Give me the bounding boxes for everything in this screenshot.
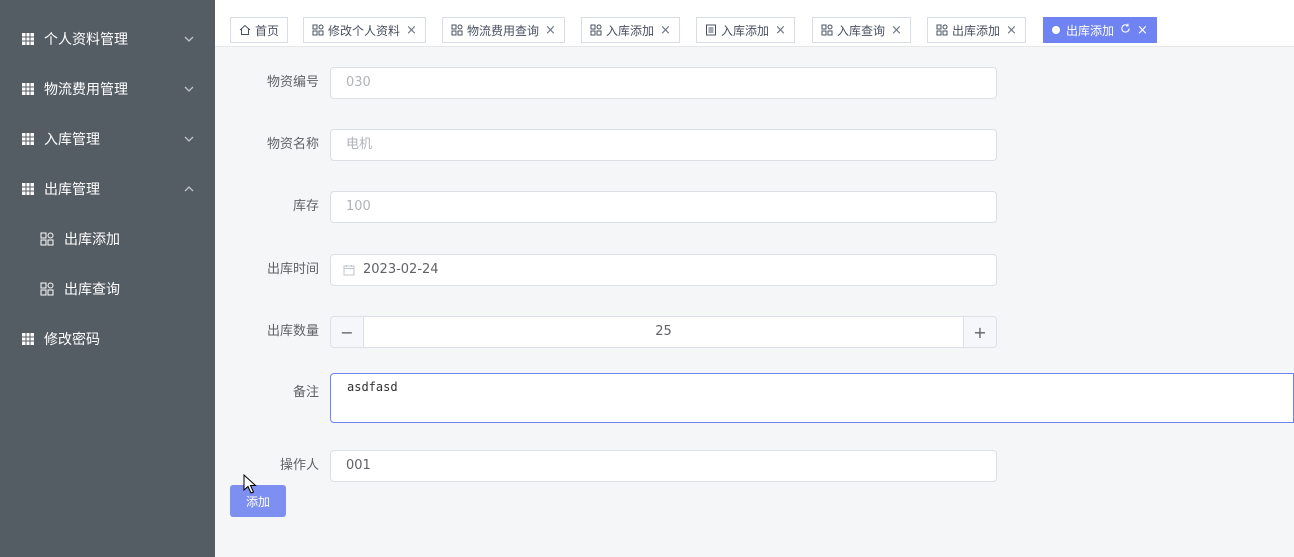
- close-icon[interactable]: ×: [1006, 23, 1017, 38]
- sidebar-item-label: 修改密码: [44, 332, 100, 348]
- mouse-cursor-icon: [243, 474, 257, 494]
- outbound-time-label: 出库时间: [266, 262, 319, 277]
- operator-field[interactable]: 001: [330, 450, 997, 482]
- chevron-down-icon: [183, 133, 195, 145]
- sidebar-item-label: 物流费用管理: [44, 82, 128, 98]
- sidebar-item-outbound[interactable]: 出库管理: [0, 164, 215, 214]
- tab-logistics-fee-query[interactable]: 物流费用查询 ×: [442, 17, 565, 43]
- code-field[interactable]: 030: [330, 67, 997, 99]
- header-strip: [215, 0, 1294, 10]
- sidebar-item-label: 出库管理: [44, 182, 100, 198]
- sidebar-subitem-label: 出库查询: [64, 282, 120, 298]
- stock-field[interactable]: 100: [330, 191, 997, 223]
- quantity-label: 出库数量: [266, 324, 319, 339]
- grid-icon: [22, 333, 34, 345]
- grid-icon: [22, 83, 34, 95]
- sidebar-item-label: 个人资料管理: [44, 32, 128, 48]
- note-textarea[interactable]: [330, 373, 1294, 423]
- quantity-input[interactable]: 25: [364, 317, 963, 347]
- close-icon[interactable]: ×: [775, 23, 786, 38]
- sidebar-subitem-label: 出库添加: [64, 232, 120, 248]
- sidebar: 个人资料管理 物流费用管理 入库管理 出库管理 出库添加 出库查询 修改密码: [0, 0, 215, 557]
- sidebar-item-inbound[interactable]: 入库管理: [0, 114, 215, 164]
- tab-label: 修改个人资料: [328, 23, 401, 38]
- close-icon[interactable]: ×: [1137, 23, 1148, 38]
- tabs-bar: 首页 修改个人资料 × 物流费用查询 × 入库添加 × 入库添加 × 入库查询 …: [215, 10, 1294, 47]
- close-icon[interactable]: ×: [891, 23, 902, 38]
- apps-icon: [312, 24, 324, 36]
- grid-icon: [22, 133, 34, 145]
- tab-outbound-add[interactable]: 出库添加 ×: [927, 17, 1026, 43]
- sidebar-item-label: 入库管理: [44, 132, 100, 148]
- apps-icon: [936, 24, 948, 36]
- outbound-time-value: 2023-02-24: [363, 262, 439, 277]
- refresh-icon[interactable]: [1120, 23, 1131, 37]
- home-icon: [239, 24, 251, 36]
- tab-edit-profile[interactable]: 修改个人资料 ×: [303, 17, 426, 43]
- tab-label: 出库添加: [952, 23, 1001, 38]
- code-label: 物资编号: [266, 75, 319, 90]
- sidebar-subitem-outbound-add[interactable]: 出库添加: [0, 214, 215, 264]
- note-label: 备注: [292, 385, 319, 400]
- chevron-down-icon: [183, 83, 195, 95]
- decrement-button[interactable]: −: [331, 317, 364, 347]
- tab-inbound-add-2[interactable]: 入库添加 ×: [696, 17, 795, 43]
- stock-label: 库存: [292, 199, 319, 214]
- receipt-icon: [705, 24, 717, 36]
- grid-icon: [22, 183, 34, 195]
- calendar-icon: [343, 264, 355, 276]
- tab-outbound-add-active[interactable]: 出库添加 ×: [1043, 17, 1157, 43]
- close-icon[interactable]: ×: [545, 23, 556, 38]
- close-icon[interactable]: ×: [406, 23, 417, 38]
- name-label: 物资名称: [266, 137, 319, 152]
- apps-icon: [821, 24, 833, 36]
- tab-inbound-query[interactable]: 入库查询 ×: [812, 17, 911, 43]
- tab-label: 入库添加: [721, 23, 770, 38]
- tab-home[interactable]: 首页: [230, 17, 289, 43]
- sidebar-item-logistics-fee[interactable]: 物流费用管理: [0, 64, 215, 114]
- tab-label: 物流费用查询: [467, 23, 540, 38]
- chevron-up-icon: [183, 183, 195, 195]
- outbound-time-picker[interactable]: 2023-02-24: [330, 254, 997, 286]
- sidebar-item-profile[interactable]: 个人资料管理: [0, 14, 215, 64]
- sidebar-subitem-outbound-query[interactable]: 出库查询: [0, 264, 215, 314]
- grid-icon: [22, 33, 34, 45]
- tab-label: 入库添加: [606, 23, 655, 38]
- tab-inbound-add[interactable]: 入库添加 ×: [581, 17, 680, 43]
- name-field[interactable]: 电机: [330, 129, 997, 161]
- increment-button[interactable]: +: [963, 317, 996, 347]
- operator-label: 操作人: [279, 458, 319, 473]
- tab-label: 出库添加: [1066, 23, 1115, 38]
- apps-icon: [451, 24, 463, 36]
- apps-icon: [40, 232, 54, 246]
- apps-icon: [40, 282, 54, 296]
- tab-label: 入库查询: [837, 23, 886, 38]
- active-dot-icon: [1052, 26, 1060, 34]
- quantity-stepper: − 25 +: [330, 316, 997, 348]
- tab-label: 首页: [255, 23, 280, 38]
- close-icon[interactable]: ×: [660, 23, 671, 38]
- chevron-down-icon: [183, 33, 195, 45]
- apps-icon: [590, 24, 602, 36]
- sidebar-item-change-password[interactable]: 修改密码: [0, 314, 215, 364]
